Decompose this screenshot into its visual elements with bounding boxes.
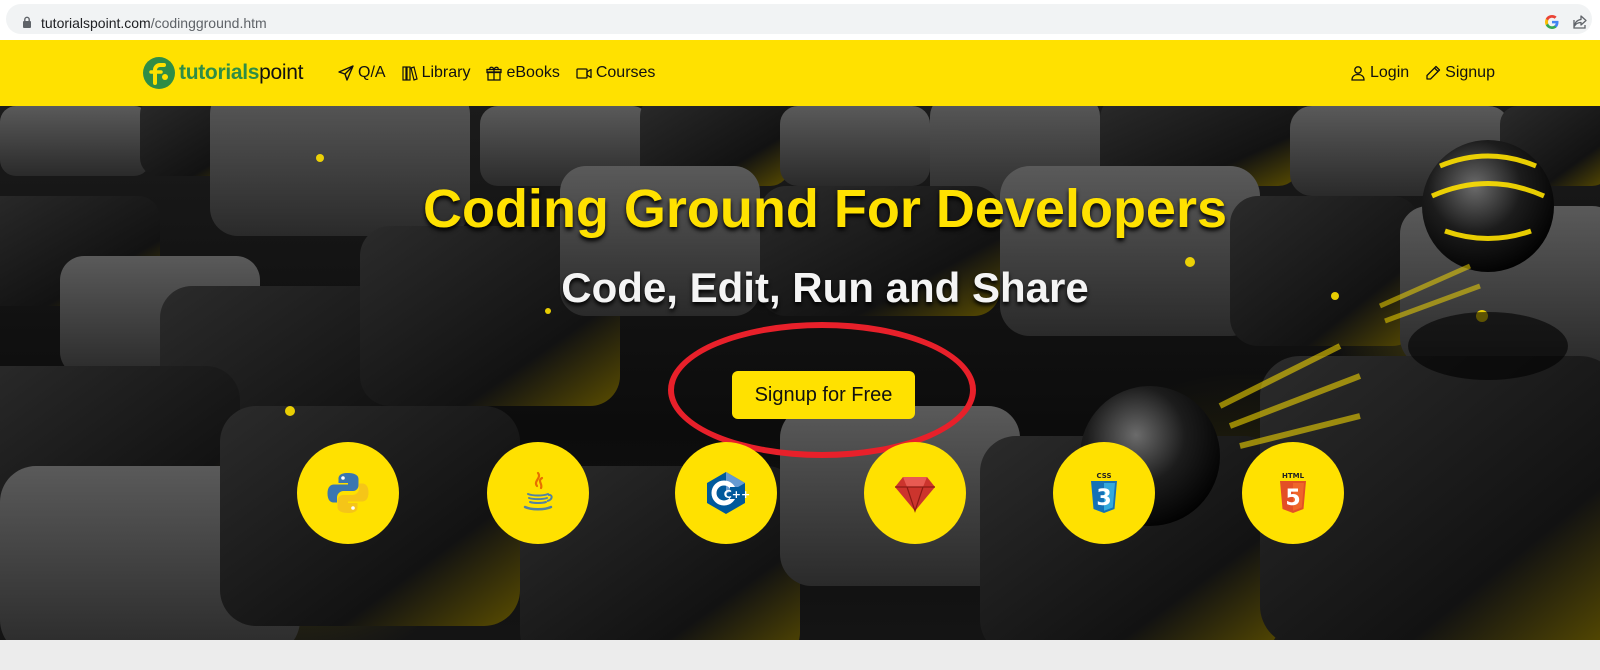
css3-icon-label: CSS [1096,472,1111,480]
site-header: tutorialspoint Q/A Library eBooks Course… [0,40,1600,106]
nav-signup-label: Signup [1445,64,1495,81]
pencil-icon [1426,65,1441,80]
logo-mark-icon [143,57,175,89]
hero-title: Coding Ground For Developers [422,179,1228,239]
language-icons-row: C++ CSS 3 HTML 5 [0,442,1600,546]
nav-signup[interactable]: Signup [1425,64,1495,82]
logo-text: tutorialspoint [179,61,304,85]
account-nav: Login Signup [1350,40,1511,106]
url-text: tutorialspoint.com/codingground.htm [41,15,267,31]
nav-login[interactable]: Login [1350,64,1409,82]
nav-qa[interactable]: Q/A [338,64,386,82]
site-logo[interactable]: tutorialspoint [143,57,304,89]
browser-address-bar: tutorialspoint.com/codingground.htm [0,0,1600,40]
nav-courses[interactable]: Courses [576,64,656,82]
url-field[interactable]: tutorialspoint.com/codingground.htm [6,4,1592,34]
language-java[interactable] [487,442,589,544]
lock-icon [23,16,31,28]
hero-banner: Coding Ground For Developers Code, Edit,… [0,106,1600,640]
html5-icon-label: HTML [1282,472,1305,480]
nav-courses-label: Courses [595,64,656,81]
nav-library[interactable]: Library [401,64,471,82]
html5-icon: HTML 5 [1280,472,1306,513]
html5-icon-digit: 5 [1285,486,1300,511]
signup-for-free-button[interactable]: Signup for Free [732,371,915,419]
language-html5[interactable]: HTML 5 [1242,442,1344,544]
logo-text-part2: point [259,61,304,84]
nav-ebooks-label: eBooks [506,64,560,81]
share-icon[interactable] [1572,14,1588,30]
page-bottom-strip [0,640,1600,670]
url-path: /codingground.htm [150,15,267,31]
url-domain: tutorialspoint.com [41,15,151,31]
language-css3[interactable]: CSS 3 [1053,442,1155,544]
user-icon [1351,66,1365,81]
library-icon [401,66,418,81]
logo-text-part1: tutorials [179,61,260,84]
main-nav: Q/A Library eBooks Courses [338,40,671,106]
java-icon [523,471,553,511]
language-python[interactable] [297,442,399,544]
gift-icon [486,66,503,81]
language-ruby[interactable] [864,442,966,544]
nav-login-label: Login [1370,64,1410,81]
language-cpp[interactable]: C++ [675,442,777,544]
nav-qa-label: Q/A [358,64,386,81]
nav-ebooks[interactable]: eBooks [486,64,560,82]
google-icon[interactable] [1544,14,1560,30]
ruby-icon [895,477,935,513]
cpp-icon-label: C++ [724,488,750,501]
css3-icon-digit: 3 [1096,486,1111,511]
nav-library-label: Library [421,64,471,81]
video-icon [576,68,592,79]
hero-subtitle: Code, Edit, Run and Share [561,264,1089,311]
python-icon [327,473,369,513]
send-icon [338,65,354,81]
cpp-icon: C++ [707,472,750,514]
css3-icon: CSS 3 [1091,472,1117,513]
